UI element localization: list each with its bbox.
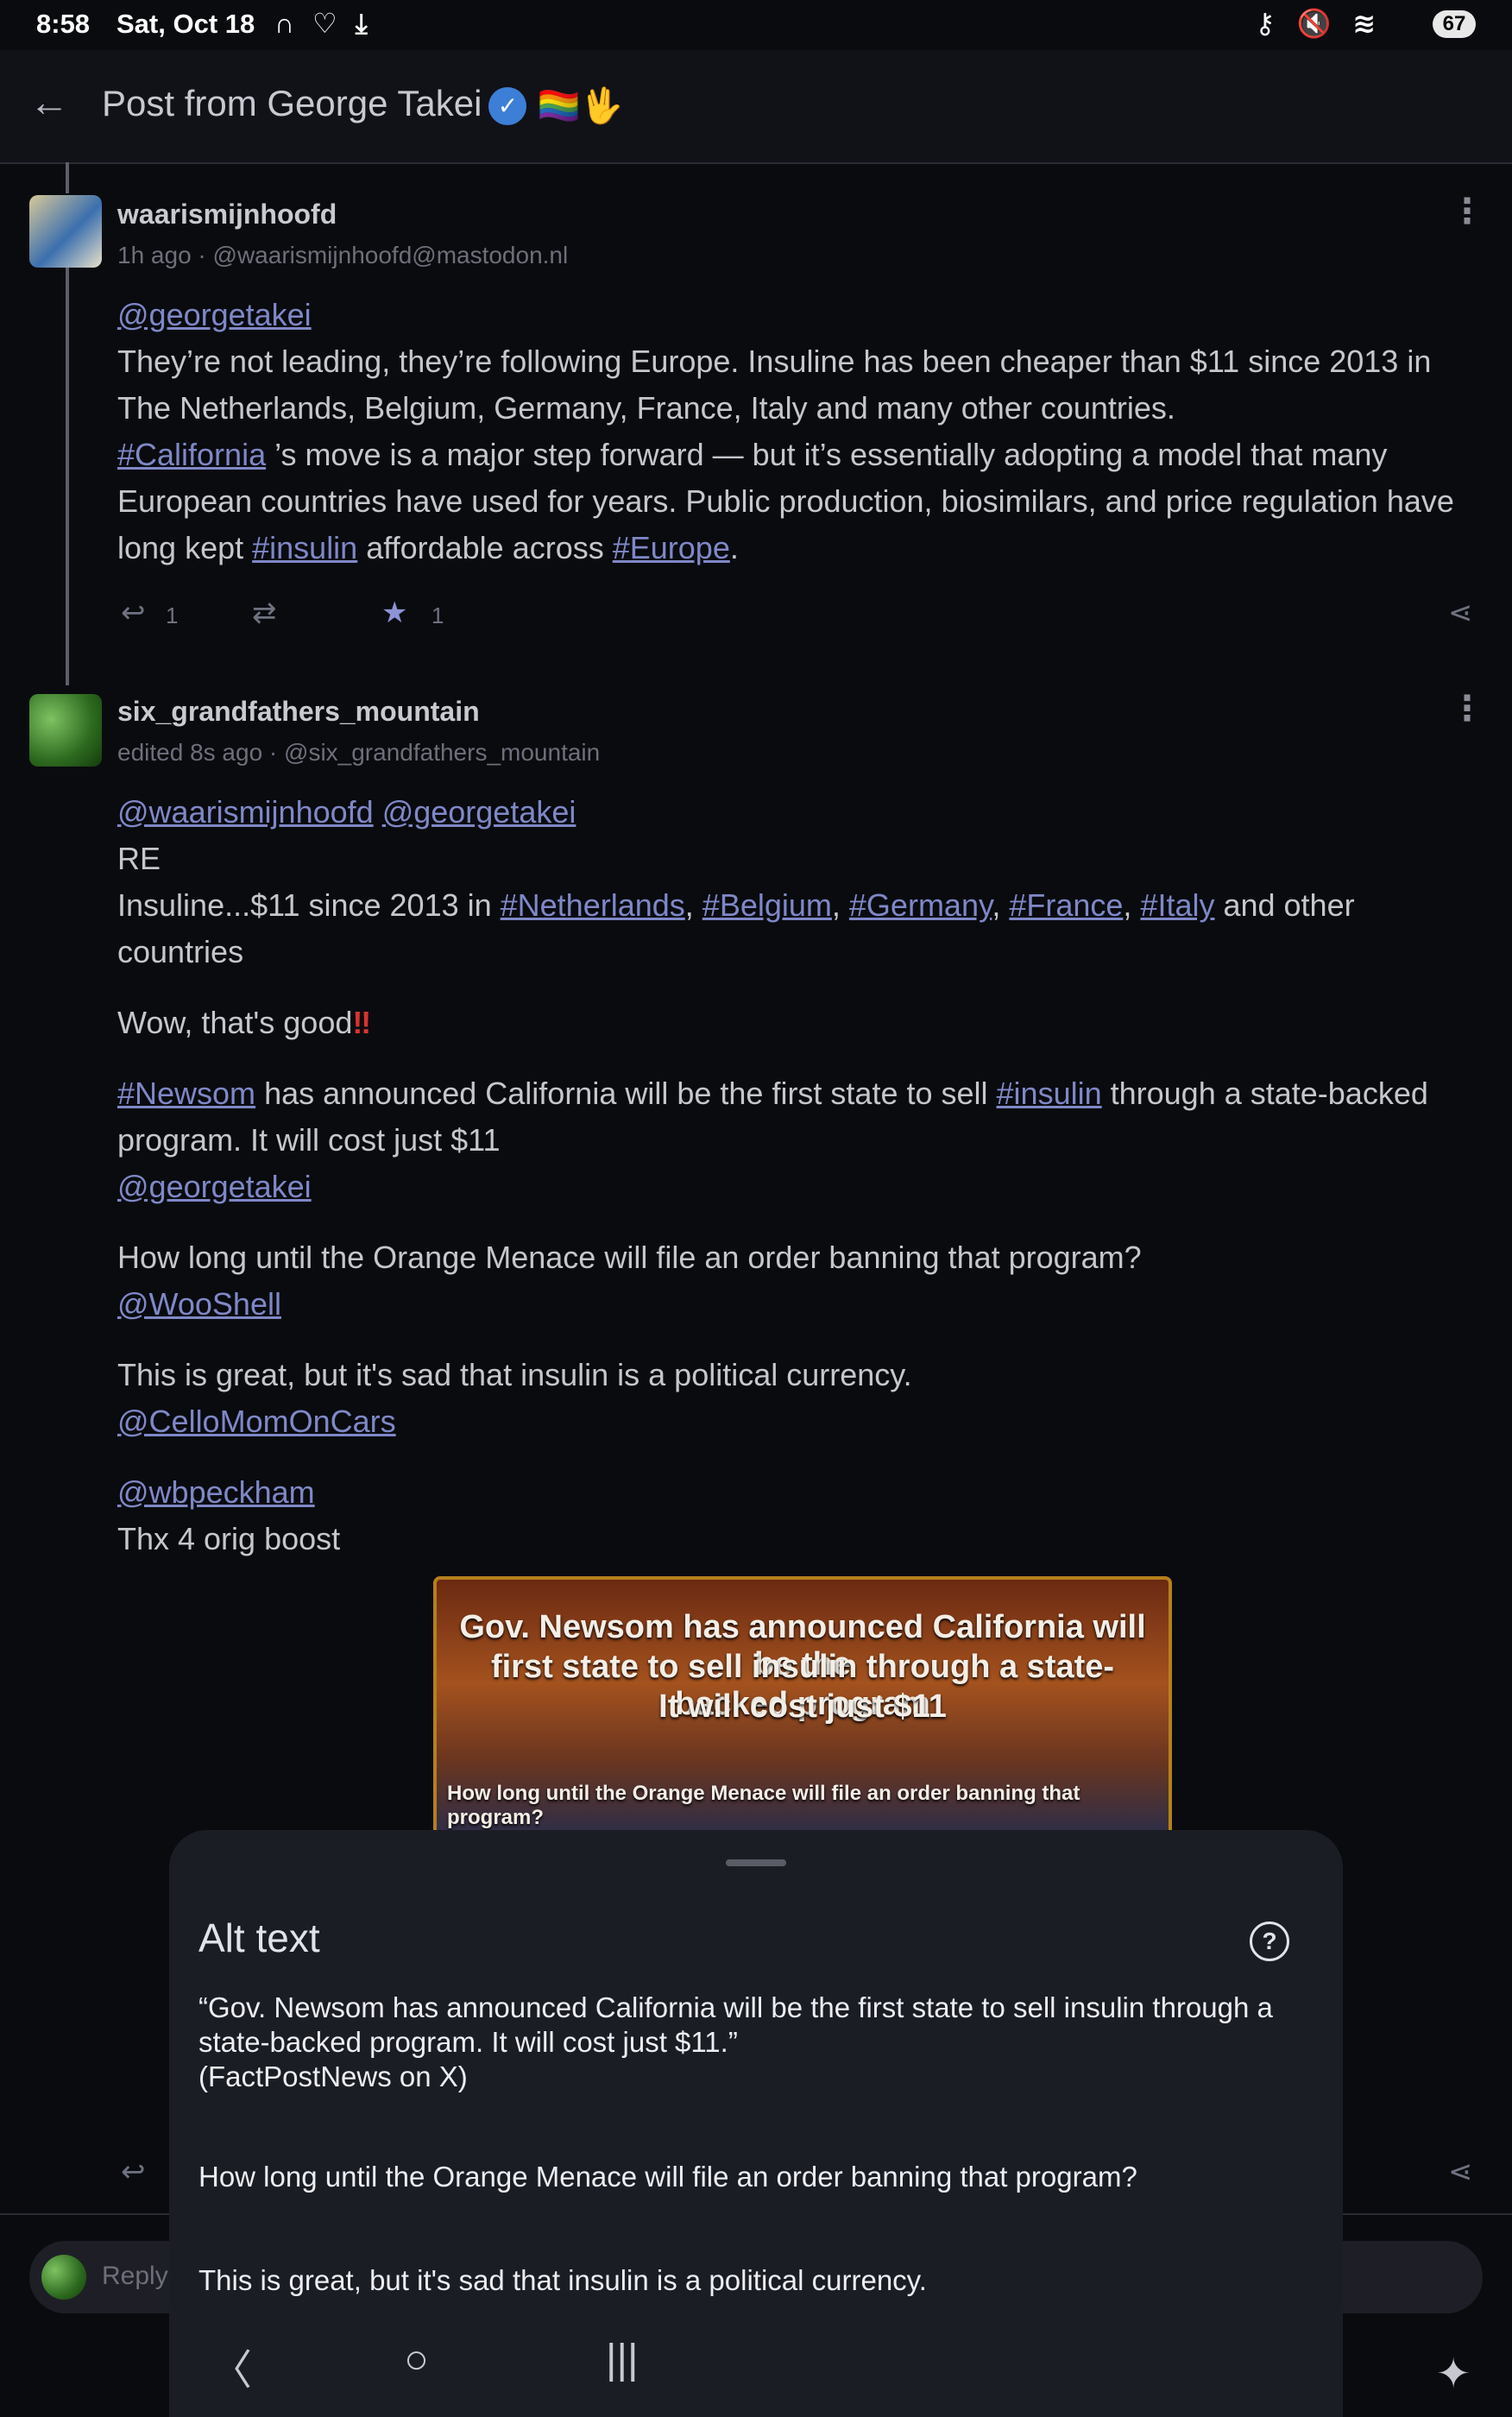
favourite-icon[interactable]: ★ — [381, 596, 407, 630]
battery-icon: 67 — [1433, 10, 1476, 38]
post-meta: edited 8s ago · @six_grandfathers_mounta… — [117, 739, 601, 766]
mention-link[interactable]: @wbpeckham — [117, 1474, 315, 1510]
mention-link[interactable]: @georgetakei — [117, 297, 312, 332]
app-bar: ← Post from George Takei ✓ 🏳️‍🌈🖖 — [0, 50, 1512, 164]
image-caption-line: It will cost just $11 — [658, 1688, 947, 1725]
hashtag-link[interactable]: #Europe — [613, 530, 730, 565]
system-nav-bar: 〈 ○ ||| — [169, 2322, 1343, 2417]
notification-icons: ∩ ♡ ⤓ — [274, 8, 373, 39]
post-text: Wow, that's good — [117, 1005, 353, 1040]
alt-text-sheet: Alt text ? “Gov. Newsom has announced Ca… — [169, 1830, 1343, 2417]
hashtag-link[interactable]: #insulin — [997, 1076, 1102, 1111]
post-text: Thx 4 orig boost — [117, 1521, 341, 1556]
author-name[interactable]: six_grandfathers_mountain — [117, 696, 480, 728]
alt-text-line: (FactPostNews on X) — [198, 2060, 468, 2092]
nav-back-icon[interactable]: 〈 — [211, 2336, 252, 2396]
nav-recents-icon[interactable]: ||| — [606, 2336, 638, 2383]
alt-text-line: “Gov. Newsom has announced California wi… — [198, 1991, 1273, 2023]
title-emoji: 🏳️‍🌈🖖 — [537, 87, 624, 126]
avatar — [41, 2255, 86, 2300]
post-text: affordable across — [357, 530, 613, 565]
mention-link[interactable]: @georgetakei — [117, 1169, 312, 1204]
boost-icon[interactable]: ⇄ — [252, 596, 277, 630]
share-icon[interactable]: ⋖ — [1448, 2155, 1473, 2189]
mention-link[interactable]: @georgetakei — [382, 794, 576, 830]
image-caption-line: How long until the Orange Menace will fi… — [447, 1782, 1080, 1829]
reply-input[interactable]: Reply — [102, 2262, 168, 2291]
thread-line — [66, 268, 69, 685]
post-content: @waarismijnhoofd @georgetakei RE Insulin… — [117, 789, 1481, 1562]
avatar[interactable] — [29, 694, 102, 767]
post-meta: 1h ago · @waarismijnhoofd@mastodon.nl — [117, 242, 569, 268]
author-name[interactable]: waarismijnhoofd — [117, 199, 337, 230]
page-title: Post from George Takei ✓ 🏳️‍🌈🖖 — [102, 83, 623, 126]
verified-badge-icon: ✓ — [488, 86, 527, 125]
hashtag-link[interactable]: #Belgium — [702, 887, 832, 923]
accessibility-icon[interactable]: ✦ — [1436, 2350, 1471, 2398]
title-text: Post from George Takei — [102, 83, 482, 123]
hashtag-link[interactable]: #France — [1009, 887, 1123, 923]
hashtag-link[interactable]: #Italy — [1140, 887, 1214, 923]
hashtag-link[interactable]: #Netherlands — [501, 887, 685, 923]
exclamation-emoji: ‼ — [352, 1005, 372, 1040]
share-icon[interactable]: ⋖ — [1448, 596, 1473, 630]
post-text: Insuline...$11 since 2013 in — [117, 887, 501, 923]
post-text: RE — [117, 841, 161, 876]
clock: 8:58 — [36, 9, 91, 39]
hashtag-link[interactable]: #insulin — [252, 530, 357, 565]
nav-home-icon[interactable]: ○ — [404, 2336, 429, 2383]
status-bar: 8:58 Sat, Oct 18 ∩ ♡ ⤓ ⚷ 🔇 ≋ 67 — [0, 0, 1512, 48]
more-options-icon[interactable]: ⋮ — [1450, 689, 1484, 729]
reply-count: 1 — [166, 603, 179, 628]
post-content: @georgetakei They’re not leading, they’r… — [117, 292, 1481, 571]
mention-link[interactable]: @CelloMomOnCars — [117, 1404, 396, 1439]
mention-link[interactable]: @WooShell — [117, 1286, 281, 1322]
post-text: . — [729, 530, 739, 565]
reply-icon[interactable]: ↩ — [121, 2155, 146, 2189]
alt-text-line: How long until the Orange Menace will fi… — [198, 2161, 1137, 2193]
post-text: They’re not leading, they’re following E… — [117, 344, 1432, 426]
hashtag-link[interactable]: #Germany — [849, 887, 992, 923]
avatar[interactable] — [29, 195, 102, 268]
back-arrow-icon[interactable]: ← — [29, 76, 81, 128]
date: Sat, Oct 18 — [117, 9, 255, 39]
hashtag-link[interactable]: #Newsom — [117, 1076, 255, 1111]
mention-link[interactable]: @waarismijnhoofd — [117, 794, 374, 830]
thread-line — [66, 162, 69, 193]
post-text: This is great, but it's sad that insulin… — [117, 1357, 912, 1392]
system-icons: ⚷ 🔇 ≋ — [1255, 8, 1383, 39]
drag-handle[interactable] — [726, 1859, 786, 1866]
more-options-icon[interactable]: ⋮ — [1450, 192, 1484, 231]
post-text: How long until the Orange Menace will fi… — [117, 1240, 1142, 1275]
favourite-count: 1 — [432, 603, 444, 628]
post-actions: ↩ 1 ⇄ ★ 1 ⋖ — [117, 589, 1498, 641]
reply-icon[interactable]: ↩ — [121, 596, 146, 630]
sheet-title: Alt text — [198, 1915, 320, 1960]
help-icon[interactable]: ? — [1250, 1922, 1289, 1961]
alt-text-line: This is great, but it's sad that insulin… — [198, 2264, 927, 2296]
post-text: has announced California will be the fir… — [255, 1076, 997, 1111]
alt-text-line: state-backed program. It will cost just … — [198, 2026, 738, 2058]
attached-image[interactable]: Gov. Newsom has announced California wil… — [433, 1576, 1172, 1842]
alt-text-body: “Gov. Newsom has announced California wi… — [198, 1991, 1320, 2094]
hashtag-link[interactable]: #California — [117, 437, 266, 472]
